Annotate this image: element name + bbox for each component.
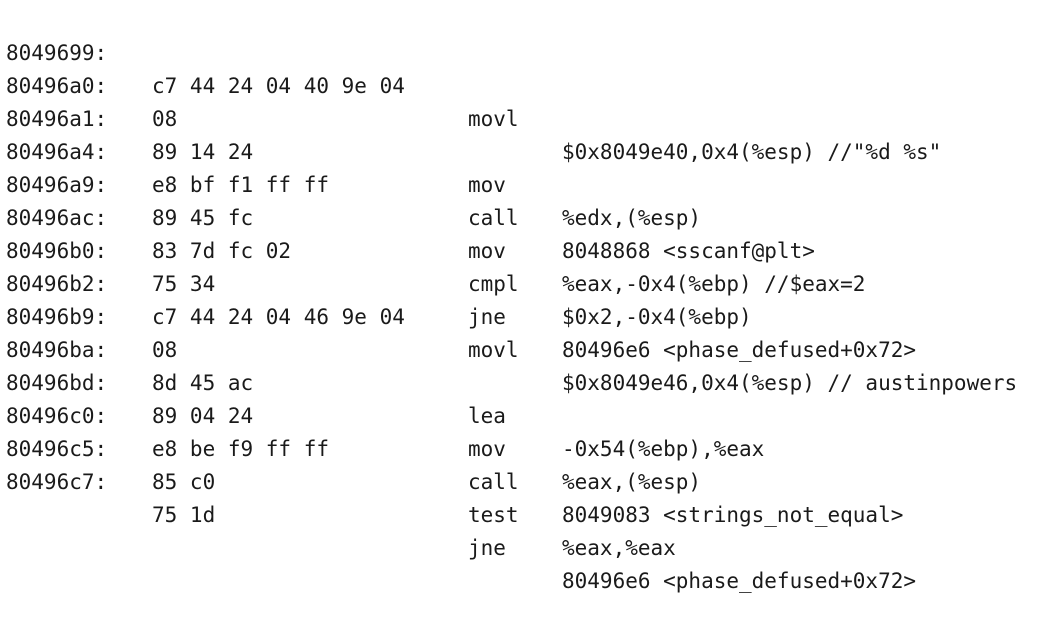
- disassembly-row: 80496c0: e8 be f9 ff ff call 8049083 <st…: [6, 367, 1052, 527]
- instruction-bytes: 85 c0: [152, 470, 216, 494]
- instruction-mnemonic: jne: [468, 536, 506, 560]
- disassembly-row: 80496a9: 89 45 fc mov %eax,-0x4(%ebp) //…: [6, 136, 1052, 296]
- instruction-bytes: 75 1d: [152, 503, 216, 527]
- instruction-operands: 80496e6 <phase_defused+0x72>: [562, 569, 917, 593]
- instruction-operands: 8049083 <strings_not_equal>: [562, 503, 904, 527]
- instruction-address: 80496c7:: [6, 470, 108, 494]
- instruction-mnemonic: test: [468, 503, 519, 527]
- disassembly-row: 80496c7: 75 1d jne 80496e6 <phase_defuse…: [6, 433, 1052, 593]
- disassembly-row: 80496a0: 08: [6, 37, 1052, 131]
- disassembly-row: 80496c5: 85 c0 test %eax,%eax: [6, 400, 1052, 560]
- disassembly-row: 80496b2: c7 44 24 04 46 9e 04 movl $0x80…: [6, 235, 1052, 395]
- instruction-mnemonic: call: [468, 470, 519, 494]
- disassembly-row: 8049699: c7 44 24 04 40 9e 04 movl $0x80…: [6, 4, 1052, 164]
- instruction-operands: %eax,(%esp): [562, 470, 702, 494]
- disassembly-row: 80496ac: 83 7d fc 02 cmpl $0x2,-0x4(%ebp…: [6, 169, 1052, 329]
- disassembly-row: 80496a4: e8 bf f1 ff ff call 8048868 <ss…: [6, 103, 1052, 263]
- disassembly-row: 80496ba: 8d 45 ac lea -0x54(%ebp),%eax: [6, 301, 1052, 461]
- disassembly-row: 80496b0: 75 34 jne 80496e6 <phase_defuse…: [6, 202, 1052, 362]
- disassembly-row: 80496bd: 89 04 24 mov %eax,(%esp): [6, 334, 1052, 494]
- disassembly-listing: 8049699: c7 44 24 04 40 9e 04 movl $0x80…: [6, 4, 1052, 593]
- disassembly-row: 80496b9: 08: [6, 268, 1052, 362]
- disassembly-row: 80496a1: 89 14 24 mov %edx,(%esp): [6, 70, 1052, 230]
- instruction-operands: %eax,%eax: [562, 536, 676, 560]
